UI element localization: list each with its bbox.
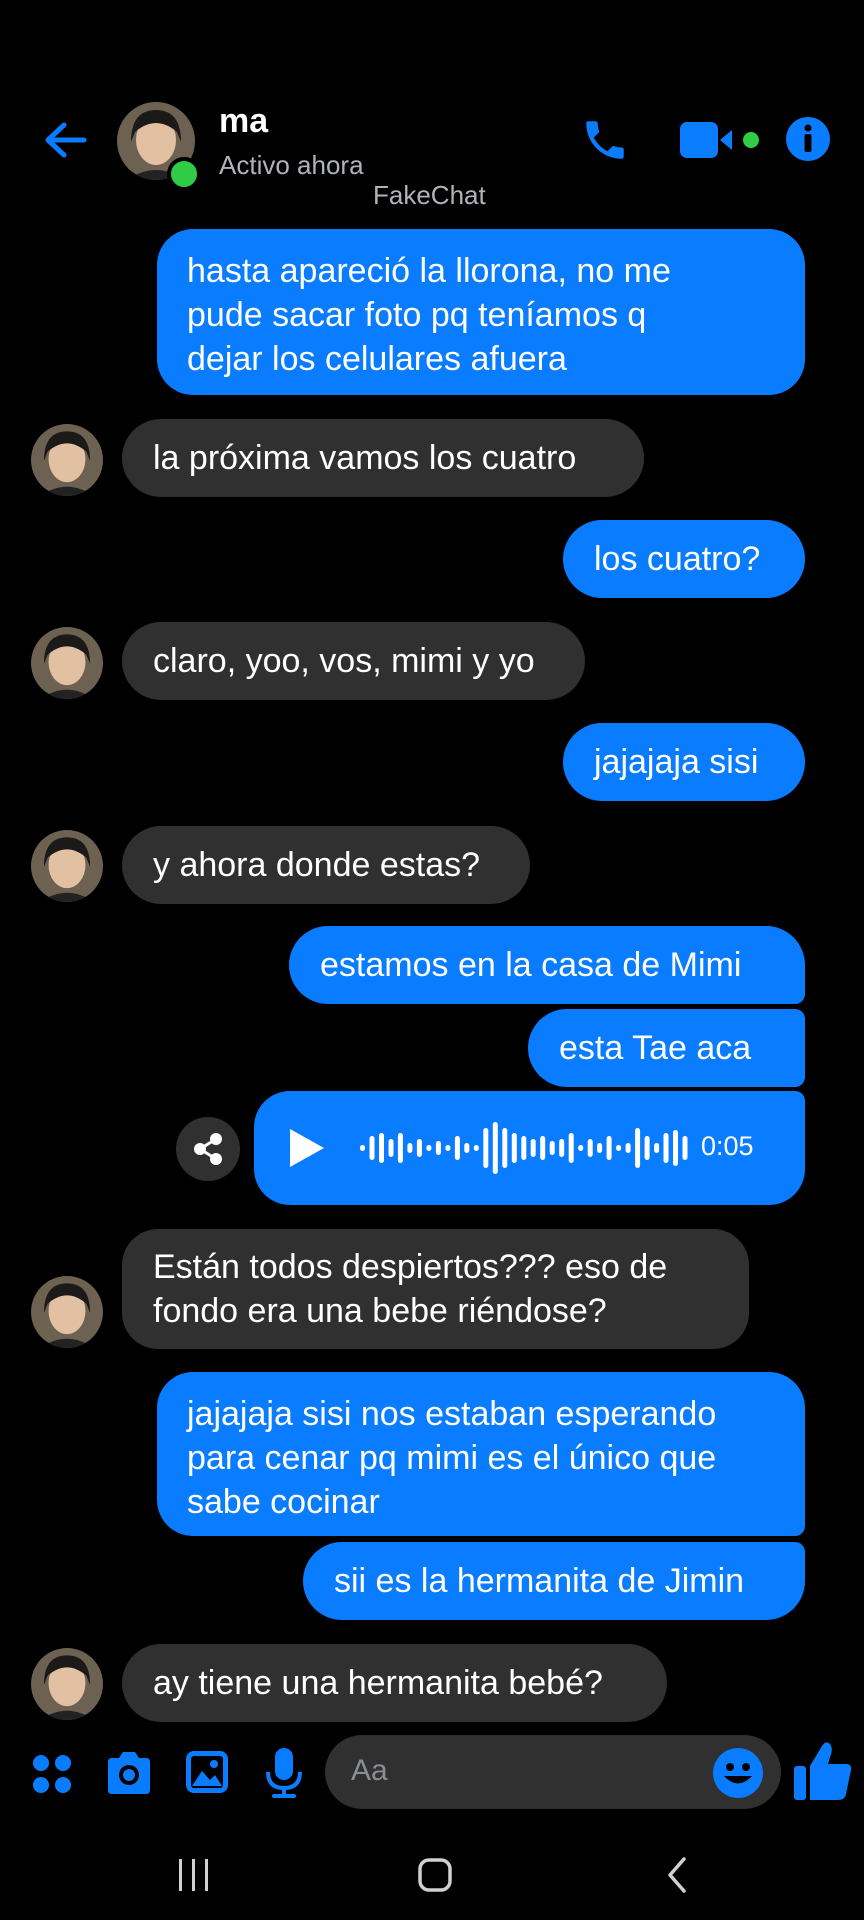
waveform-bar [635, 1128, 641, 1168]
message-outgoing[interactable]: jajajaja sisi nos estaban esperando para… [157, 1372, 805, 1536]
message-avatar [31, 424, 103, 496]
waveform-bar [502, 1128, 508, 1168]
message-incoming[interactable]: ay tiene una hermanita bebé? [122, 1644, 667, 1722]
voice-message[interactable]: 0:05 [254, 1091, 805, 1205]
waveform-bar [530, 1139, 536, 1157]
message-incoming[interactable]: la próxima vamos los cuatro [122, 419, 644, 497]
waveform-bar [464, 1143, 470, 1153]
chat-header: ma Activo ahora FakeChat [0, 0, 864, 235]
video-camera-icon[interactable] [680, 118, 760, 162]
contact-name[interactable]: ma [219, 102, 268, 141]
waveform-bar [473, 1145, 479, 1151]
share-icon [194, 1133, 222, 1165]
waveform-bar [492, 1122, 498, 1174]
waveform-bar [673, 1130, 678, 1166]
audio-waveform[interactable] [358, 1116, 690, 1180]
waveform-bar [606, 1136, 612, 1160]
waveform-bar [360, 1145, 365, 1151]
waveform-bar [521, 1136, 527, 1160]
camera-icon[interactable] [104, 1750, 154, 1796]
waveform-bar [549, 1141, 555, 1155]
microphone-icon[interactable] [264, 1746, 304, 1800]
waveform-bar [407, 1143, 413, 1153]
waveform-bar [578, 1145, 584, 1151]
waveform-bar [597, 1143, 603, 1153]
waveform-bar [426, 1145, 432, 1151]
waveform-bar [388, 1139, 394, 1157]
waveform-bar [682, 1136, 688, 1160]
waveform-bar [616, 1145, 622, 1151]
recent-apps-icon[interactable] [176, 1855, 212, 1895]
emoji-icon[interactable] [712, 1747, 764, 1799]
waveform-bar [587, 1139, 593, 1157]
info-icon[interactable] [785, 116, 831, 162]
waveform-bar [445, 1145, 451, 1151]
waveform-bar [435, 1141, 441, 1155]
waveform-bar [540, 1136, 546, 1160]
message-incoming[interactable]: Están todos despiertos??? eso de fondo e… [122, 1229, 749, 1349]
waveform-bar [379, 1133, 384, 1163]
nav-back-icon[interactable] [662, 1855, 692, 1895]
waveform-bar [416, 1139, 422, 1157]
waveform-bar [654, 1143, 660, 1153]
image-icon[interactable] [184, 1749, 230, 1795]
system-nav-bar [0, 1830, 864, 1920]
waveform-bar [568, 1133, 574, 1163]
online-indicator [167, 157, 201, 191]
message-outgoing[interactable]: estamos en la casa de Mimi [289, 926, 805, 1004]
play-icon[interactable] [286, 1127, 326, 1169]
waveform-bar [397, 1133, 403, 1163]
message-avatar [31, 627, 103, 699]
message-outgoing[interactable]: sii es la hermanita de Jimin [303, 1542, 805, 1620]
share-button[interactable] [176, 1117, 240, 1181]
contact-status: Activo ahora [219, 150, 364, 180]
waveform-bar [483, 1128, 489, 1168]
home-icon[interactable] [415, 1855, 455, 1895]
waveform-bar [369, 1136, 375, 1160]
waveform-bar [454, 1136, 460, 1160]
message-avatar [31, 830, 103, 902]
voice-duration: 0:05 [701, 1131, 754, 1161]
back-arrow-icon[interactable] [40, 115, 90, 165]
message-avatar [31, 1648, 103, 1720]
message-input-placeholder: Aa [351, 1754, 388, 1787]
waveform-bar [663, 1133, 669, 1163]
message-outgoing[interactable]: los cuatro? [563, 520, 805, 598]
apps-grid-icon[interactable] [30, 1752, 74, 1796]
message-outgoing[interactable]: esta Tae aca [528, 1009, 805, 1087]
phone-icon[interactable] [580, 115, 630, 165]
message-incoming[interactable]: claro, yoo, vos, mimi y yo [122, 622, 585, 700]
message-incoming[interactable]: y ahora donde estas? [122, 826, 530, 904]
waveform-bar [644, 1136, 650, 1160]
watermark: FakeChat [373, 180, 486, 210]
waveform-bar [511, 1133, 517, 1163]
thumbs-up-icon[interactable] [792, 1740, 854, 1802]
message-outgoing[interactable]: hasta apareció la llorona, no me pude sa… [157, 229, 805, 395]
message-outgoing[interactable]: jajajaja sisi [563, 723, 805, 801]
waveform-bar [559, 1139, 565, 1157]
waveform-bar [625, 1143, 631, 1153]
message-avatar [31, 1276, 103, 1348]
